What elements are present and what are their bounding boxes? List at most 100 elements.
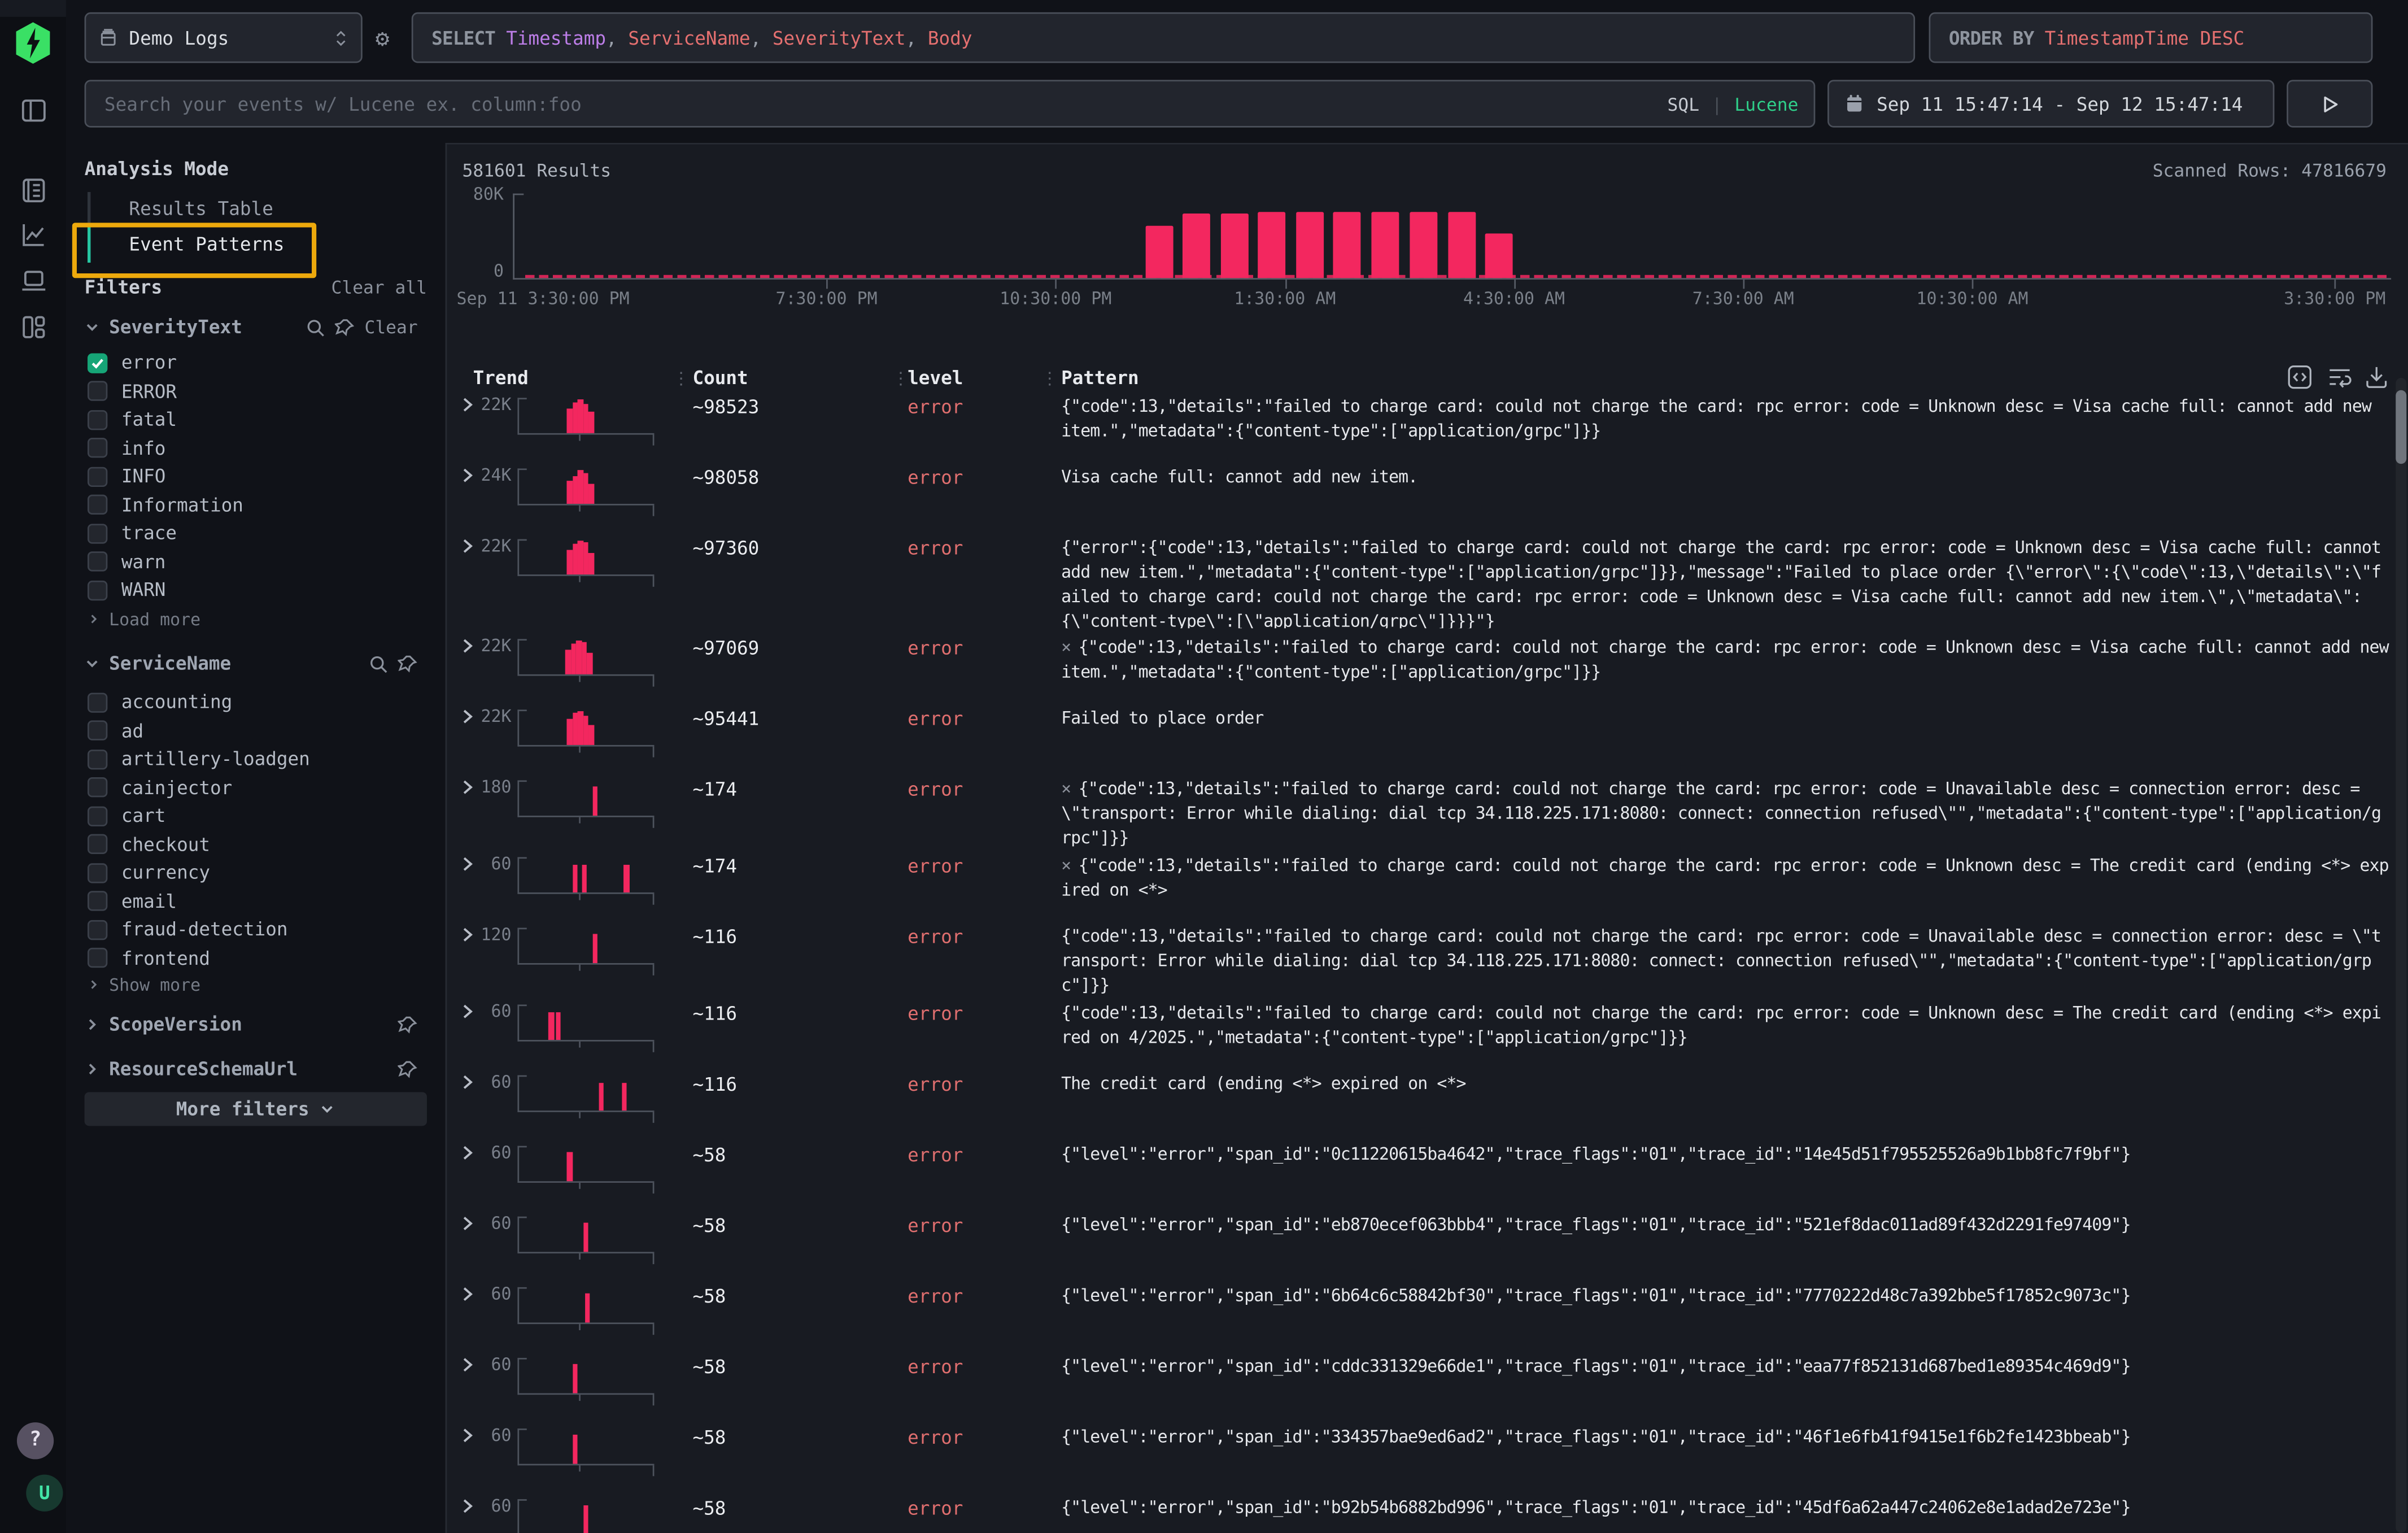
search-icon[interactable] bbox=[369, 654, 389, 673]
histogram-bar[interactable] bbox=[1183, 214, 1210, 278]
mode-lucene[interactable]: Lucene bbox=[1734, 93, 1798, 115]
source-settings-gear-icon[interactable]: ⚙ bbox=[369, 25, 396, 53]
col-trend-menu-icon[interactable]: ⋮ bbox=[673, 369, 690, 389]
checkbox-INFO[interactable] bbox=[88, 467, 107, 486]
vertical-scrollbar[interactable] bbox=[2396, 378, 2406, 1533]
orderby-input[interactable]: ORDER BY TimestampTime DESC bbox=[1929, 12, 2373, 63]
search-logs-icon[interactable] bbox=[20, 177, 47, 204]
filter-option-ad[interactable]: ad bbox=[66, 717, 446, 745]
severity-clear-link[interactable]: Clear bbox=[365, 316, 418, 338]
row-pattern[interactable]: The credit card (ending <*> expired on <… bbox=[1061, 1072, 2389, 1097]
table-row[interactable]: 120~116error{"code":13,"details":"failed… bbox=[447, 917, 2396, 994]
analysis-mode-item-event-patterns[interactable]: Event Patterns bbox=[88, 227, 446, 263]
row-pattern[interactable]: {"level":"error","span_id":"cddc331329e6… bbox=[1061, 1355, 2389, 1380]
table-row[interactable]: 60~58error{"level":"error","span_id":"cd… bbox=[447, 1347, 2396, 1418]
checkbox-ad[interactable] bbox=[88, 721, 107, 741]
sessions-icon[interactable] bbox=[20, 267, 47, 295]
histogram-bar[interactable] bbox=[1220, 214, 1248, 278]
filter-option-Information[interactable]: Information bbox=[66, 491, 446, 519]
table-row[interactable]: 60~174error×{"code":13,"details":"failed… bbox=[447, 846, 2396, 917]
table-row[interactable]: 24K~98058errorVisa cache full: cannot ad… bbox=[447, 458, 2396, 528]
code-block-icon[interactable] bbox=[2287, 364, 2313, 390]
col-count-menu-icon[interactable]: ⋮ bbox=[892, 369, 909, 389]
checkbox-Information[interactable] bbox=[88, 495, 107, 515]
row-pattern[interactable]: {"code":13,"details":"failed to charge c… bbox=[1061, 1001, 2389, 1051]
col-pattern[interactable]: Pattern bbox=[1061, 367, 1139, 389]
service-show-more[interactable]: Show more bbox=[66, 974, 446, 995]
checkbox-fraud-detection[interactable] bbox=[88, 920, 107, 939]
filter-option-fraud-detection[interactable]: fraud-detection bbox=[66, 916, 446, 944]
date-range-picker[interactable]: Sep 11 15:47:14 - Sep 12 15:47:14 bbox=[1827, 80, 2274, 127]
filter-option-currency[interactable]: currency bbox=[66, 859, 446, 887]
col-level-menu-icon[interactable]: ⋮ bbox=[1041, 369, 1058, 389]
filter-option-cainjector[interactable]: cainjector bbox=[66, 773, 446, 802]
table-row[interactable]: 180~174error×{"code":13,"details":"faile… bbox=[447, 769, 2396, 846]
filter-option-artillery-loadgen[interactable]: artillery-loadgen bbox=[66, 745, 446, 773]
sidebar-toggle-icon[interactable] bbox=[20, 97, 47, 124]
analysis-mode-item-results-table[interactable]: Results Table bbox=[88, 192, 446, 228]
mode-sql[interactable]: SQL bbox=[1668, 93, 1700, 115]
histogram-bar[interactable] bbox=[1258, 212, 1285, 278]
more-filters-button[interactable]: More filters bbox=[85, 1092, 427, 1126]
checkbox-currency[interactable] bbox=[88, 863, 107, 883]
chart-explorer-icon[interactable] bbox=[20, 221, 47, 249]
table-row[interactable]: 60~58error{"level":"error","span_id":"33… bbox=[447, 1418, 2396, 1488]
filter-option-email[interactable]: email bbox=[66, 887, 446, 915]
checkbox-checkout[interactable] bbox=[88, 834, 107, 854]
row-pattern[interactable]: {"level":"error","span_id":"eb870ecef063… bbox=[1061, 1213, 2389, 1238]
dashboards-icon[interactable] bbox=[20, 313, 47, 341]
table-row[interactable]: 22K~95441errorFailed to place order bbox=[447, 699, 2396, 769]
checkbox-error[interactable] bbox=[88, 353, 107, 373]
filter-option-warn[interactable]: warn bbox=[66, 547, 446, 576]
histogram-bar[interactable] bbox=[1145, 227, 1173, 278]
table-row[interactable]: 60~58error{"level":"error","span_id":"b9… bbox=[447, 1488, 2396, 1533]
results-histogram[interactable]: 80K 0 Sep 11 3:30:00 PM7:30:00 PM10:30:0… bbox=[513, 194, 2391, 280]
row-pattern[interactable]: {"code":13,"details":"failed to charge c… bbox=[1061, 925, 2389, 994]
filter-option-checkout[interactable]: checkout bbox=[66, 830, 446, 859]
table-row[interactable]: 60~58error{"level":"error","span_id":"6b… bbox=[447, 1277, 2396, 1347]
search-input[interactable] bbox=[101, 92, 1655, 116]
row-pattern[interactable]: {"level":"error","span_id":"6b64c6c58842… bbox=[1061, 1284, 2389, 1309]
histogram-bar[interactable] bbox=[1485, 233, 1513, 278]
table-row[interactable]: 22K~97069error×{"code":13,"details":"fai… bbox=[447, 628, 2396, 699]
severity-group-header[interactable]: SeverityText Clear bbox=[66, 315, 446, 339]
checkbox-email[interactable] bbox=[88, 891, 107, 911]
table-row[interactable]: 60~58error{"level":"error","span_id":"eb… bbox=[447, 1206, 2396, 1277]
app-logo-icon[interactable] bbox=[15, 21, 51, 64]
search-icon[interactable] bbox=[306, 317, 326, 337]
filter-option-frontend[interactable]: frontend bbox=[66, 944, 446, 972]
checkbox-ERROR[interactable] bbox=[88, 381, 107, 401]
download-icon[interactable] bbox=[2363, 364, 2389, 390]
row-pattern[interactable]: {"level":"error","span_id":"b92b54b6882b… bbox=[1061, 1496, 2389, 1521]
pin-icon[interactable] bbox=[398, 654, 417, 673]
row-pattern[interactable]: {"code":13,"details":"failed to charge c… bbox=[1061, 395, 2389, 444]
table-row[interactable]: 60~58error{"level":"error","span_id":"0c… bbox=[447, 1135, 2396, 1206]
row-pattern[interactable]: {"level":"error","span_id":"0c11220615ba… bbox=[1061, 1143, 2389, 1168]
histogram-bar[interactable] bbox=[1447, 211, 1475, 278]
filter-option-info[interactable]: info bbox=[66, 434, 446, 462]
select-query-input[interactable]: SELECT Timestamp, ServiceName, SeverityT… bbox=[412, 12, 1915, 63]
row-pattern[interactable]: ×{"code":13,"details":"failed to charge … bbox=[1061, 636, 2389, 685]
resourceschemaurl-group-header[interactable]: ResourceSchemaUrl bbox=[66, 1057, 446, 1082]
table-row[interactable]: 22K~98523error{"code":13,"details":"fail… bbox=[447, 387, 2396, 458]
row-pattern[interactable]: {"level":"error","span_id":"334357bae9ed… bbox=[1061, 1426, 2389, 1451]
run-query-button[interactable] bbox=[2287, 80, 2372, 127]
histogram-bar[interactable] bbox=[1333, 211, 1360, 278]
col-trend[interactable]: Trend bbox=[473, 367, 529, 389]
checkbox-fatal[interactable] bbox=[88, 410, 107, 429]
table-row[interactable]: 60~116errorThe credit card (ending <*> e… bbox=[447, 1065, 2396, 1135]
filter-option-trace[interactable]: trace bbox=[66, 519, 446, 547]
help-button[interactable]: ? bbox=[17, 1422, 54, 1459]
col-count[interactable]: Count bbox=[692, 367, 748, 389]
row-pattern[interactable]: ×{"code":13,"details":"failed to charge … bbox=[1061, 854, 2389, 903]
filter-option-error[interactable]: error bbox=[66, 349, 446, 377]
clear-all-filters-link[interactable]: Clear all bbox=[331, 276, 427, 298]
row-pattern[interactable]: {"error":{"code":13,"details":"failed to… bbox=[1061, 536, 2389, 628]
pin-icon[interactable] bbox=[398, 1059, 417, 1079]
checkbox-warn[interactable] bbox=[88, 552, 107, 572]
histogram-bar[interactable] bbox=[1295, 212, 1323, 278]
user-avatar[interactable]: U bbox=[26, 1475, 63, 1512]
filter-option-WARN[interactable]: WARN bbox=[66, 576, 446, 604]
checkbox-cainjector[interactable] bbox=[88, 778, 107, 798]
row-pattern[interactable]: Failed to place order bbox=[1061, 707, 2389, 731]
